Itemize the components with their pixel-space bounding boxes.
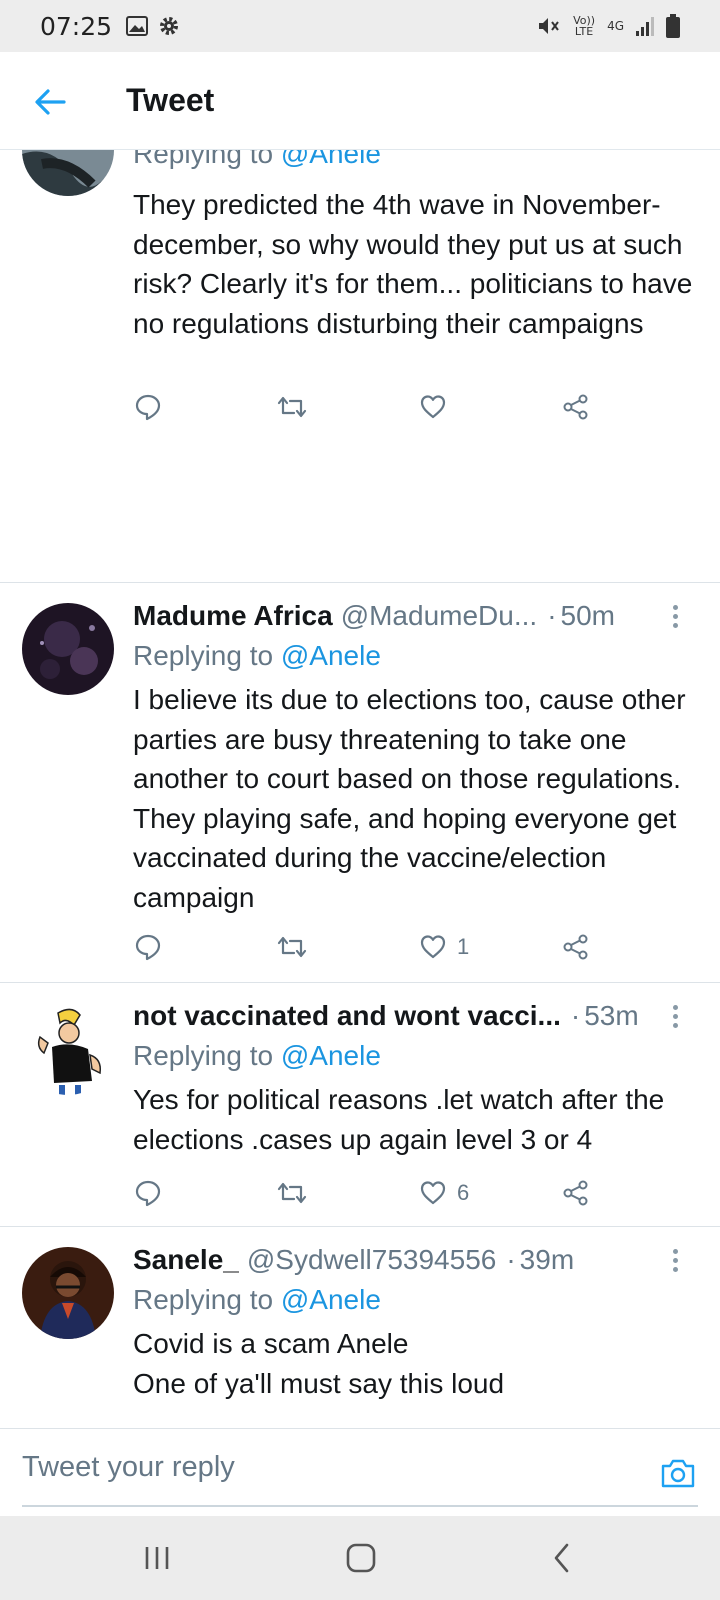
display-name[interactable]: Madume Africa bbox=[133, 600, 333, 632]
retweet-icon bbox=[277, 1182, 307, 1204]
display-name[interactable]: not vaccinated and wont vacci... bbox=[133, 1000, 561, 1032]
like-button[interactable] bbox=[419, 387, 457, 427]
tweet-actions: 1 bbox=[0, 927, 720, 967]
tweet-item[interactable]: Madume Africa @MadumeDu... · 50m Replyin… bbox=[0, 583, 720, 983]
camera-icon bbox=[661, 1459, 695, 1488]
like-button[interactable]: 6 bbox=[419, 1173, 469, 1213]
recent-apps-button[interactable] bbox=[127, 1536, 187, 1580]
tweet-time: 53m bbox=[584, 1000, 639, 1031]
arrow-left-icon bbox=[35, 89, 66, 115]
more-options-button[interactable] bbox=[660, 996, 690, 1036]
avatar[interactable] bbox=[22, 1247, 114, 1339]
retweet-button[interactable] bbox=[276, 1173, 308, 1213]
like-icon bbox=[420, 395, 446, 419]
retweet-icon bbox=[277, 396, 307, 418]
reply-icon bbox=[135, 1180, 161, 1207]
avatar[interactable] bbox=[22, 150, 114, 196]
like-count: 1 bbox=[457, 934, 470, 959]
user-handle[interactable]: @Sydwell75394556 bbox=[247, 1244, 496, 1276]
app-header: Tweet bbox=[0, 52, 720, 150]
share-icon bbox=[563, 934, 588, 960]
reply-icon bbox=[135, 394, 161, 421]
tweet-header: not vaccinated and wont vacci... · 53m bbox=[133, 1000, 639, 1032]
reply-input[interactable] bbox=[22, 1451, 582, 1484]
retweet-button[interactable] bbox=[276, 387, 308, 427]
replying-to: Replying to @Anele bbox=[133, 1284, 381, 1315]
page-title: Tweet bbox=[126, 82, 215, 118]
more-options-button[interactable] bbox=[660, 596, 690, 636]
battery-icon bbox=[666, 14, 680, 38]
like-count: 6 bbox=[457, 1180, 470, 1205]
share-button[interactable] bbox=[562, 927, 590, 967]
mute-icon bbox=[539, 18, 559, 34]
like-icon bbox=[420, 1181, 446, 1205]
like-icon bbox=[420, 935, 446, 959]
like-button[interactable]: 1 bbox=[419, 927, 469, 967]
replying-to: Replying to @Anele bbox=[133, 150, 381, 170]
home-button[interactable] bbox=[331, 1536, 391, 1580]
tweet-text: They predicted the 4th wave in November-… bbox=[133, 189, 693, 339]
recent-apps-icon bbox=[145, 1547, 169, 1569]
status-time: 07:25 bbox=[40, 11, 113, 41]
retweet-button[interactable] bbox=[276, 927, 308, 967]
signal-icon bbox=[636, 17, 654, 36]
more-options-button[interactable] bbox=[660, 1240, 690, 1280]
avatar[interactable] bbox=[22, 603, 114, 695]
share-button[interactable] bbox=[562, 387, 590, 427]
reply-button[interactable] bbox=[134, 387, 162, 427]
display-name[interactable]: Sanele_ bbox=[133, 1244, 239, 1276]
tweet-time: 50m bbox=[560, 600, 615, 631]
gear-icon bbox=[160, 17, 179, 35]
tweet-actions: 6 bbox=[0, 1173, 720, 1213]
status-bar: 07:25 Vo)) LTE 4G bbox=[0, 0, 720, 52]
share-button[interactable] bbox=[562, 1173, 590, 1213]
reply-icon bbox=[135, 934, 161, 961]
tweet-item[interactable]: Sanele_ @Sydwell75394556 · 39m Replying … bbox=[0, 1227, 720, 1428]
network-label: 4G bbox=[607, 19, 624, 33]
tweet-actions bbox=[0, 387, 720, 427]
tweet-time: 39m bbox=[519, 1244, 575, 1275]
tweet-item[interactable]: not vaccinated and wont vacci... · 53m R… bbox=[0, 983, 720, 1227]
tweet-item[interactable]: Replying to @Anele They predicted the 4t… bbox=[0, 150, 720, 583]
reply-underline bbox=[22, 1505, 698, 1507]
avatar[interactable] bbox=[22, 1003, 114, 1095]
replying-to: Replying to @Anele bbox=[133, 640, 381, 671]
tweet-header: Sanele_ @Sydwell75394556 · 39m bbox=[133, 1244, 575, 1276]
back-button[interactable] bbox=[30, 82, 70, 122]
image-icon bbox=[126, 16, 149, 36]
mention-link[interactable]: @Anele bbox=[281, 1040, 381, 1071]
mention-link[interactable]: @Anele bbox=[281, 1284, 381, 1315]
tweet-text: Yes for political reasons .let watch aft… bbox=[133, 1084, 665, 1155]
reply-button[interactable] bbox=[134, 1173, 162, 1213]
tweet-feed[interactable]: Replying to @Anele They predicted the 4t… bbox=[0, 150, 720, 1428]
tweet-text: Covid is a scam Anele One of ya'll must … bbox=[133, 1328, 505, 1399]
mention-link[interactable]: @Anele bbox=[281, 640, 381, 671]
reply-bar bbox=[0, 1428, 720, 1516]
reply-button[interactable] bbox=[134, 927, 162, 967]
mention-link[interactable]: @Anele bbox=[281, 150, 381, 169]
volte-label: Vo)) LTE bbox=[573, 14, 596, 38]
home-icon bbox=[346, 1543, 376, 1573]
retweet-icon bbox=[277, 936, 307, 958]
replying-to: Replying to @Anele bbox=[133, 1040, 381, 1071]
tweet-text: I believe its due to elections too, caus… bbox=[133, 684, 686, 913]
back-icon bbox=[554, 1543, 569, 1573]
system-nav-bar bbox=[0, 1516, 720, 1600]
user-handle[interactable]: @MadumeDu... bbox=[341, 600, 538, 632]
share-icon bbox=[563, 1180, 588, 1206]
camera-button[interactable] bbox=[658, 1453, 698, 1493]
tweet-header: Madume Africa @MadumeDu... · 50m bbox=[133, 600, 615, 632]
nav-back-button[interactable] bbox=[532, 1536, 592, 1580]
share-icon bbox=[563, 394, 588, 420]
